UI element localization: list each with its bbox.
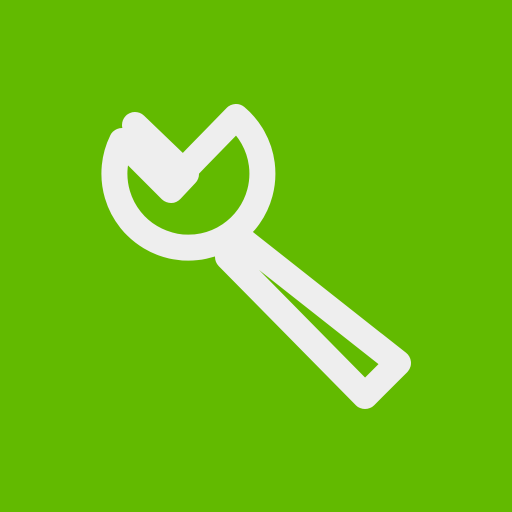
app-icon-canvas [0,0,512,512]
app-icon[interactable] [0,0,512,512]
